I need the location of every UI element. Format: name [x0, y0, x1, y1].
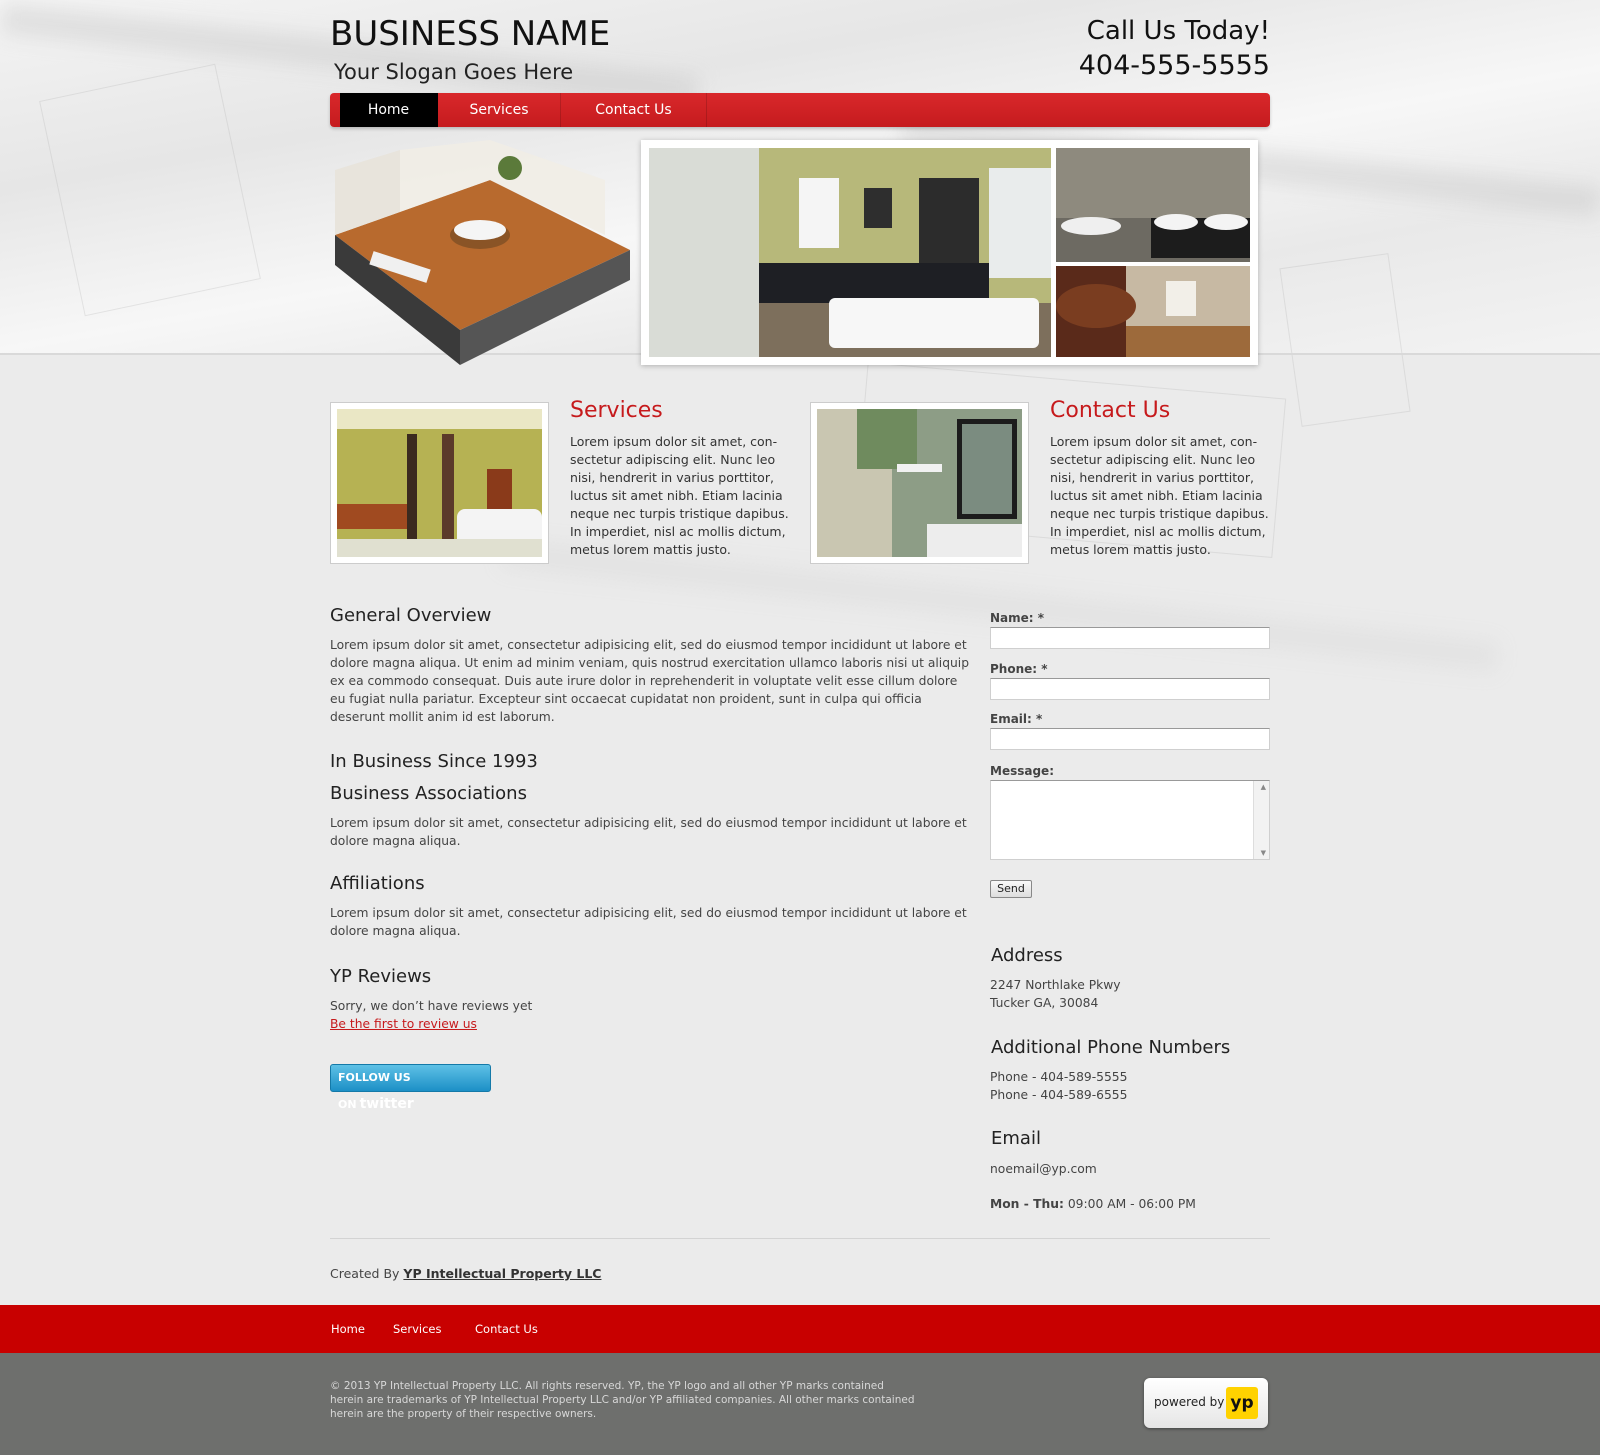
send-button[interactable]: Send: [990, 880, 1032, 898]
email-label: Email: *: [990, 712, 1043, 726]
associations-text: Lorem ipsum dolor sit amet, consectetur …: [330, 816, 967, 848]
yp-logo-icon: yp: [1226, 1387, 1258, 1419]
blueprint-sketch: [39, 63, 261, 317]
hero-main-bathroom-photo: [649, 148, 1051, 357]
associations-title: Business Associations: [330, 783, 527, 804]
overview-text: Lorem ipsum dolor sit amet, consectetur …: [330, 638, 970, 724]
additional-phone-1: Phone - 404-589-5555: [990, 1070, 1128, 1084]
address-line-2: Tucker GA, 30084: [990, 996, 1099, 1010]
hero-photo-gallery: [641, 140, 1258, 365]
contact-us-title[interactable]: Contact Us: [1050, 398, 1170, 423]
scroll-down-icon[interactable]: ▼: [1261, 849, 1266, 857]
footer-link-contact-us[interactable]: Contact Us: [475, 1322, 538, 1336]
message-textarea[interactable]: ▲ ▼: [990, 780, 1270, 860]
services-text: Lorem ipsum dolor sit amet, con-sectetur…: [570, 434, 789, 557]
services-title[interactable]: Services: [570, 398, 663, 423]
contact-thumbnail[interactable]: [810, 402, 1029, 564]
twitter-wordmark: twitter: [359, 1096, 414, 1112]
name-label: Name: *: [990, 611, 1045, 625]
affiliations-text: Lorem ipsum dolor sit amet, consectetur …: [330, 906, 967, 938]
phone-label: Phone: *: [990, 662, 1048, 676]
content-divider: [330, 1238, 1270, 1239]
phone-field[interactable]: [990, 678, 1270, 700]
hero-luxury-bathroom-photo: [1056, 266, 1250, 357]
credit-prefix: Created By: [330, 1266, 400, 1281]
email-field[interactable]: [990, 728, 1270, 750]
address-line-1: 2247 Northlake Pkwy: [990, 978, 1121, 992]
business-hours: Mon - Thu: 09:00 AM - 06:00 PM: [990, 1195, 1196, 1213]
credit-company-link[interactable]: YP Intellectual Property LLC: [403, 1266, 601, 1281]
contact-us-text: Lorem ipsum dolor sit amet, con-sectetur…: [1050, 434, 1269, 557]
footer-nav-bar: Home Services Contact Us: [0, 1305, 1600, 1353]
scroll-up-icon[interactable]: ▲: [1261, 783, 1266, 791]
email-address[interactable]: noemail@yp.com: [990, 1160, 1097, 1178]
message-scrollbar[interactable]: ▲ ▼: [1253, 781, 1269, 859]
hours-time: 09:00 AM - 06:00 PM: [1067, 1197, 1196, 1211]
nav-item-services[interactable]: Services: [438, 93, 561, 127]
footer-legal: © 2013 YP Intellectual Property LLC. All…: [0, 1353, 1600, 1455]
email-title: Email: [991, 1128, 1041, 1149]
hours-days: Mon - Thu:: [990, 1197, 1064, 1211]
brand: BUSINESS NAME Your Slogan Goes Here: [330, 14, 610, 84]
call-us-phone: 404-555-5555: [1078, 50, 1270, 81]
call-us-title: Call Us Today!: [1086, 16, 1270, 46]
services-thumbnail[interactable]: [330, 402, 549, 564]
reviews-text: Sorry, we don’t have reviews yet: [330, 999, 533, 1013]
follow-us-twitter-button[interactable]: FOLLOW US ON twitter: [330, 1064, 491, 1112]
additional-phone-2: Phone - 404-589-6555: [990, 1088, 1128, 1102]
review-link-wrap: Be the first to review us: [330, 1015, 970, 1033]
since-title: In Business Since 1993: [330, 751, 538, 772]
nav-item-contact-us[interactable]: Contact Us: [561, 93, 707, 127]
slogan: Your Slogan Goes Here: [334, 60, 574, 84]
hero-3d-bathroom-image: [330, 140, 635, 370]
powered-by-yp-badge[interactable]: powered by yp: [1144, 1378, 1268, 1428]
blueprint-sketch: [1279, 253, 1411, 427]
reviews-title: YP Reviews: [330, 966, 432, 987]
overview-title: General Overview: [330, 605, 492, 626]
call-us-block: Call Us Today! 404-555-5555: [1079, 16, 1270, 81]
message-label: Message:: [990, 764, 1054, 778]
contact-bathroom-photo: [817, 409, 1022, 557]
copyright-text: © 2013 YP Intellectual Property LLC. All…: [330, 1380, 915, 1420]
be-first-to-review-link[interactable]: Be the first to review us: [330, 1017, 477, 1031]
address-title: Address: [991, 945, 1063, 966]
powered-by-label: powered by: [1154, 1395, 1225, 1409]
footer-link-home[interactable]: Home: [331, 1322, 365, 1336]
credit-line: Created By YP Intellectual Property LLC: [330, 1266, 601, 1281]
nav-item-home[interactable]: Home: [340, 93, 438, 127]
footer-link-services[interactable]: Services: [393, 1322, 442, 1336]
name-field[interactable]: [990, 627, 1270, 649]
phones-title: Additional Phone Numbers: [991, 1037, 1231, 1058]
affiliations-title: Affiliations: [330, 873, 425, 894]
services-bathroom-photo: [337, 409, 542, 557]
main-nav: Home Services Contact Us: [330, 93, 1270, 127]
hero-modern-bathroom-photo: [1056, 148, 1250, 262]
business-name[interactable]: BUSINESS NAME: [330, 14, 610, 54]
